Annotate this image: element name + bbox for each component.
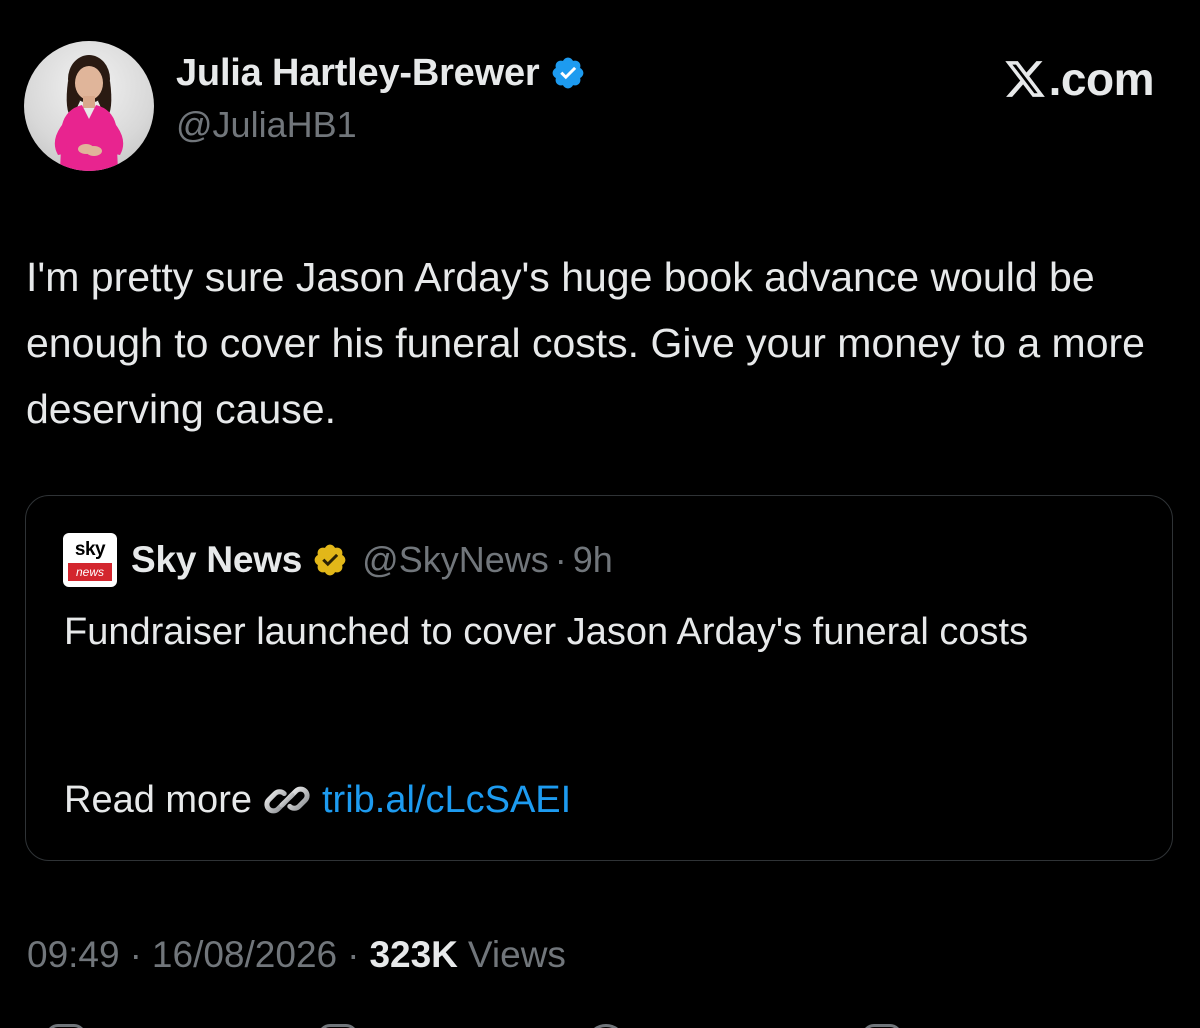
- verified-badge-icon[interactable]: [550, 55, 586, 91]
- tweet-meta: 09:49 · 16/08/2026 · 323K Views: [27, 926, 566, 984]
- x-logo-icon: [1004, 61, 1045, 97]
- quote-header: sky news Sky News @SkyNews · 9h: [63, 532, 613, 588]
- avatar-photo: [54, 55, 124, 171]
- repost-icon[interactable]: [318, 1024, 358, 1028]
- meta-separator: ·: [129, 934, 142, 975]
- quote-separator: ·: [554, 539, 567, 580]
- sky-news-avatar[interactable]: sky news: [63, 533, 117, 587]
- quoted-tweet-card[interactable]: sky news Sky News @SkyNews · 9h Fundrais…: [25, 495, 1173, 861]
- sky-logo-word: sky: [74, 539, 106, 560]
- quote-author-handle[interactable]: @SkyNews: [362, 539, 549, 581]
- quote-author-name[interactable]: Sky News: [131, 539, 302, 581]
- tweet-time[interactable]: 09:49: [27, 934, 120, 976]
- author-handle[interactable]: @JuliaHB1: [176, 104, 357, 146]
- author-name-row: Julia Hartley-Brewer: [176, 50, 586, 96]
- meta-separator: ·: [347, 934, 360, 975]
- quote-text: Fundraiser launched to cover Jason Arday…: [64, 611, 1029, 653]
- bookmark-icon[interactable]: [862, 1024, 902, 1028]
- author-avatar[interactable]: [24, 41, 154, 171]
- tweet-date[interactable]: 16/08/2026: [152, 934, 337, 976]
- gold-verified-badge-icon[interactable]: [312, 542, 348, 578]
- views-label: Views: [467, 934, 566, 975]
- action-bar: [0, 1018, 1200, 1028]
- read-more-link[interactable]: trib.al/cLcSAEI: [322, 779, 571, 822]
- brand-domain-suffix: .com: [1048, 53, 1155, 105]
- quote-timestamp[interactable]: 9h: [573, 539, 613, 581]
- author-name[interactable]: Julia Hartley-Brewer: [176, 52, 540, 95]
- like-icon[interactable]: [586, 1024, 626, 1028]
- reply-icon[interactable]: [46, 1024, 86, 1028]
- read-more-row: Read more trib.al/cLcSAEI: [64, 772, 571, 828]
- tweet: Julia Hartley-Brewer @JuliaHB1 .com I'm …: [0, 0, 1200, 1028]
- views-count: 323K: [369, 934, 458, 975]
- tweet-text: I'm pretty sure Jason Arday's huge book …: [26, 254, 1145, 432]
- link-icon: [264, 786, 310, 814]
- read-more-label: Read more: [64, 778, 252, 821]
- x-brand: .com: [1003, 53, 1155, 105]
- sky-logo-news-band: news: [68, 563, 112, 581]
